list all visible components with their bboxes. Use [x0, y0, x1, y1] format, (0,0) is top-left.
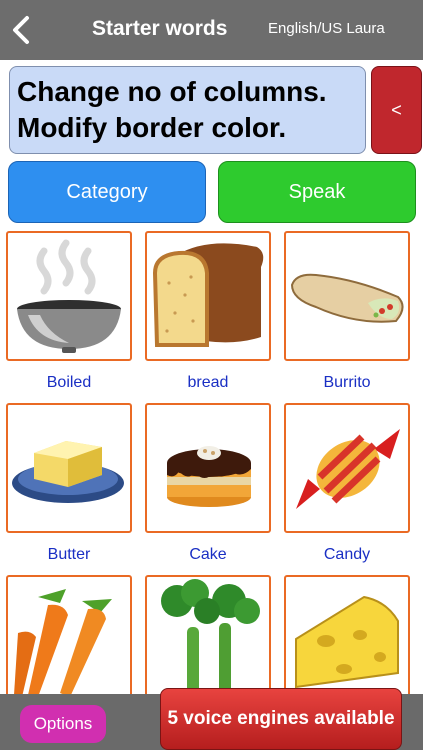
chevron-left-icon: [13, 16, 29, 44]
sentence-line-2: Modify border color.: [17, 112, 287, 143]
tile-label: Burrito: [323, 374, 371, 391]
tile-label: Cake: [189, 546, 227, 563]
bread-icon: [152, 243, 264, 347]
celery-icon: [161, 579, 260, 703]
carrots-icon: [14, 589, 112, 697]
delete-button[interactable]: <: [371, 66, 422, 154]
tile-burrito[interactable]: [284, 231, 410, 361]
tile-butter[interactable]: [6, 403, 132, 533]
tile-cheese[interactable]: [284, 575, 410, 705]
tile-candy[interactable]: [284, 403, 410, 533]
page-title: Starter words: [92, 17, 228, 40]
tile-celery[interactable]: [145, 575, 271, 705]
burrito-icon: [290, 273, 404, 323]
sentence-line-1: Change no of columns.: [17, 76, 327, 107]
tile-cake[interactable]: [145, 403, 271, 533]
tile-boiled[interactable]: [6, 231, 132, 361]
speak-button[interactable]: Speak: [218, 161, 416, 223]
tile-label: Butter: [47, 546, 91, 563]
sentence-box[interactable]: Change no of columns. Modify border colo…: [9, 66, 366, 154]
cake-icon: [167, 446, 251, 507]
tile-label: Boiled: [46, 374, 92, 391]
options-button[interactable]: Options: [20, 705, 106, 743]
butter-icon: [12, 441, 124, 503]
tile-bread[interactable]: [145, 231, 271, 361]
tile-label: Candy: [323, 546, 371, 563]
tile-label: bread: [187, 374, 229, 391]
boiling-pot-icon: [17, 239, 121, 353]
voice-selector[interactable]: English/US Laura: [268, 20, 385, 37]
cheese-icon: [295, 595, 399, 689]
candy-icon: [296, 429, 400, 509]
category-button[interactable]: Category: [8, 161, 206, 223]
back-button[interactable]: [6, 10, 36, 50]
tile-carrots[interactable]: [6, 575, 132, 705]
voice-engines-banner[interactable]: 5 voice engines available: [160, 688, 402, 750]
